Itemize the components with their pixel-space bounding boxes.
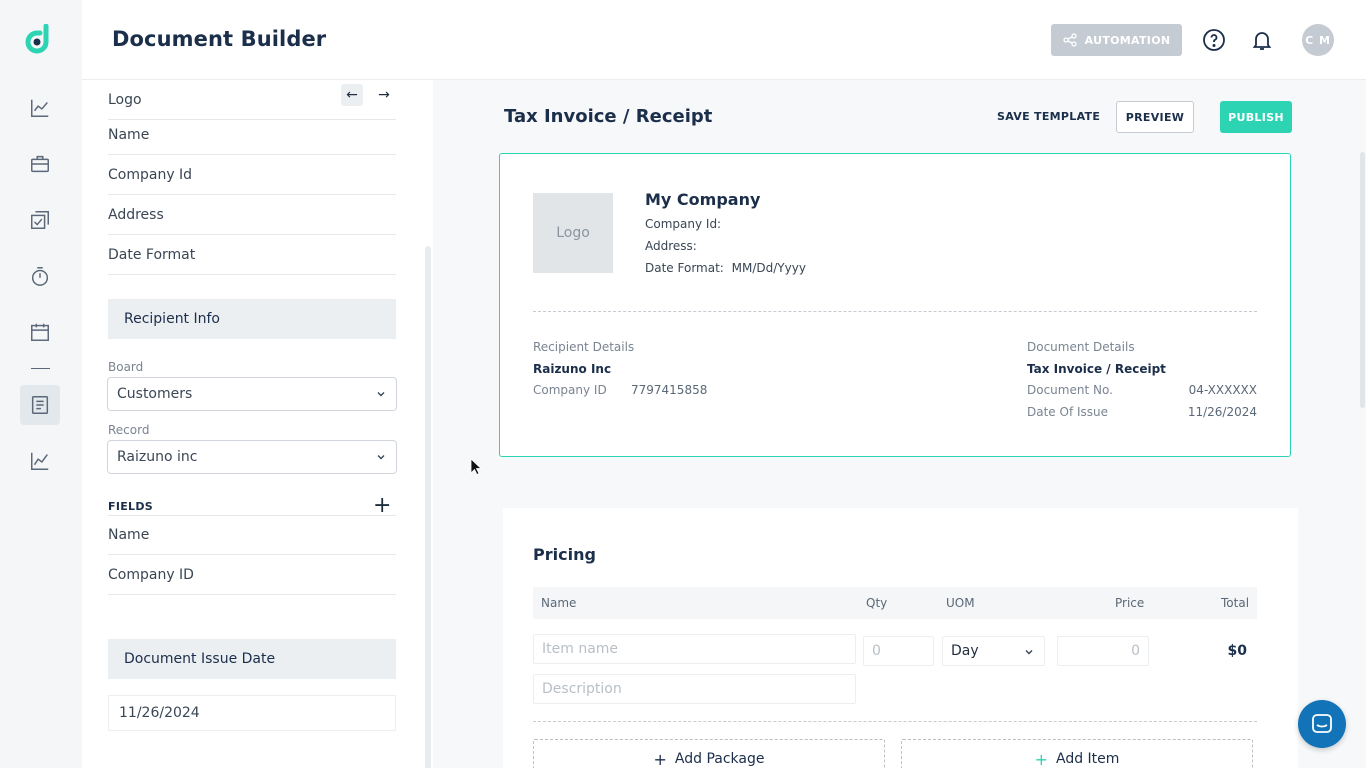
- publish-button[interactable]: PUBLISH: [1220, 101, 1292, 133]
- chart-icon[interactable]: [28, 449, 52, 473]
- add-field-icon[interactable]: +: [373, 495, 391, 517]
- date-of-issue-label: Date Of Issue: [1027, 405, 1109, 419]
- field-row-recipient-company-id[interactable]: Company ID: [108, 555, 396, 595]
- field-config-panel: Logo ← → Name Company Id Address Date Fo…: [82, 80, 433, 768]
- header-block-card[interactable]: Logo My Company Company Id: Address: Dat…: [499, 153, 1291, 457]
- chat-launcher-button[interactable]: [1298, 700, 1346, 748]
- field-row-name[interactable]: Name: [108, 115, 396, 155]
- field-label: Company Id: [108, 166, 193, 183]
- main-scrollbar[interactable]: [1360, 152, 1365, 408]
- field-label: Date Format: [108, 246, 196, 263]
- pricing-heading: Pricing: [533, 545, 596, 564]
- chevron-down-icon: [377, 455, 385, 460]
- arrow-right-icon[interactable]: →: [373, 84, 395, 106]
- add-package-button[interactable]: + Add Package: [533, 739, 885, 768]
- chevron-down-icon: [377, 392, 385, 397]
- uom-value: Day: [951, 643, 979, 659]
- document-icon[interactable]: [28, 393, 52, 417]
- automation-button[interactable]: AUTOMATION: [1051, 24, 1182, 56]
- field-label: Address: [108, 206, 164, 223]
- save-template-button[interactable]: SAVE TEMPLATE: [997, 110, 1100, 123]
- help-icon[interactable]: [1202, 28, 1226, 52]
- document-title: Tax Invoice / Receipt: [504, 106, 713, 127]
- date-format-value: MM/Dd/Yyyy: [731, 261, 806, 275]
- record-label: Record: [108, 423, 150, 437]
- add-package-label: Add Package: [674, 751, 765, 767]
- automation-label: AUTOMATION: [1084, 33, 1171, 47]
- field-row-date-format[interactable]: Date Format: [108, 235, 396, 275]
- col-qty: Qty: [866, 596, 888, 610]
- board-label: Board: [108, 360, 144, 374]
- add-item-button[interactable]: + Add Item: [901, 739, 1253, 768]
- field-row-company-id[interactable]: Company Id: [108, 155, 396, 195]
- col-price: Price: [1115, 596, 1145, 610]
- document-type: Tax Invoice / Receipt: [1027, 362, 1166, 376]
- col-name: Name: [541, 596, 577, 610]
- plus-icon: +: [1034, 749, 1048, 768]
- calendar-icon[interactable]: [28, 320, 52, 344]
- rail-divider: [31, 368, 50, 369]
- section-divider: [533, 311, 1257, 312]
- date-format-label: Date Format:: [645, 261, 724, 275]
- recipient-details-heading: Recipient Details: [533, 340, 635, 354]
- address-label: Address:: [645, 239, 697, 253]
- col-uom: UOM: [946, 596, 975, 610]
- recipient-company-id-value: 7797415858: [631, 383, 708, 397]
- share-icon: [1062, 33, 1077, 47]
- add-item-label: Add Item: [1055, 751, 1120, 767]
- company-id-label: Company Id:: [645, 217, 722, 231]
- date-format-line: Date Format: MM/Dd/Yyyy: [645, 261, 806, 275]
- pricing-divider: [533, 721, 1257, 722]
- issue-date-section[interactable]: Document Issue Date: [108, 639, 396, 679]
- nav-rail: [0, 0, 82, 768]
- chevron-down-icon: [1025, 650, 1033, 655]
- analytics-icon[interactable]: [28, 96, 52, 120]
- field-row-address[interactable]: Address: [108, 195, 396, 235]
- page-title: Document Builder: [112, 27, 327, 51]
- field-row-recipient-name[interactable]: Name: [108, 515, 396, 555]
- chat-icon: [1312, 714, 1332, 733]
- company-name: My Company: [645, 190, 761, 209]
- plus-icon: +: [653, 749, 667, 768]
- col-total: Total: [1221, 596, 1250, 610]
- recipient-name: Raizuno Inc: [533, 362, 612, 376]
- logo-placeholder[interactable]: Logo: [533, 193, 613, 273]
- line-total: $0: [1227, 643, 1247, 659]
- mouse-cursor-icon: [470, 458, 482, 476]
- recipient-company-id-label: Company ID: [533, 383, 607, 397]
- recipient-info-section[interactable]: Recipient Info: [108, 299, 396, 339]
- document-details-heading: Document Details: [1027, 340, 1135, 354]
- field-label: Logo: [108, 91, 142, 108]
- uom-select[interactable]: Day: [942, 636, 1045, 666]
- field-label: Name: [108, 126, 150, 143]
- document-no-value: 04-XXXXXX: [1188, 383, 1257, 397]
- description-input[interactable]: Description: [533, 674, 856, 704]
- panel-scrollbar[interactable]: [425, 246, 431, 768]
- item-name-input[interactable]: Item name: [533, 634, 856, 664]
- field-label: Name: [108, 527, 150, 543]
- issue-date-input[interactable]: 11/26/2024: [108, 695, 396, 731]
- preview-button[interactable]: PREVIEW: [1116, 101, 1194, 133]
- checklist-icon[interactable]: [28, 208, 52, 232]
- app-logo[interactable]: [25, 24, 55, 56]
- qty-input[interactable]: 0: [863, 636, 934, 666]
- record-select[interactable]: Raizuno inc: [107, 440, 397, 474]
- price-input[interactable]: 0: [1057, 636, 1149, 666]
- bell-icon[interactable]: [1250, 28, 1274, 52]
- timer-icon[interactable]: [28, 264, 52, 288]
- date-of-issue-value: 11/26/2024: [1187, 405, 1257, 419]
- document-no-label: Document No.: [1027, 383, 1113, 397]
- user-avatar[interactable]: C M: [1302, 24, 1334, 56]
- board-value: Customers: [117, 386, 193, 402]
- fields-heading: FIELDS: [108, 500, 153, 513]
- record-value: Raizuno inc: [117, 449, 198, 465]
- briefcase-icon[interactable]: [28, 152, 52, 176]
- pricing-table-header: Name Qty UOM Price Total: [533, 587, 1257, 619]
- arrow-left-icon[interactable]: ←: [341, 84, 363, 106]
- board-select[interactable]: Customers: [107, 377, 397, 411]
- field-row-logo[interactable]: Logo ← →: [108, 80, 396, 120]
- field-label: Company ID: [108, 566, 194, 583]
